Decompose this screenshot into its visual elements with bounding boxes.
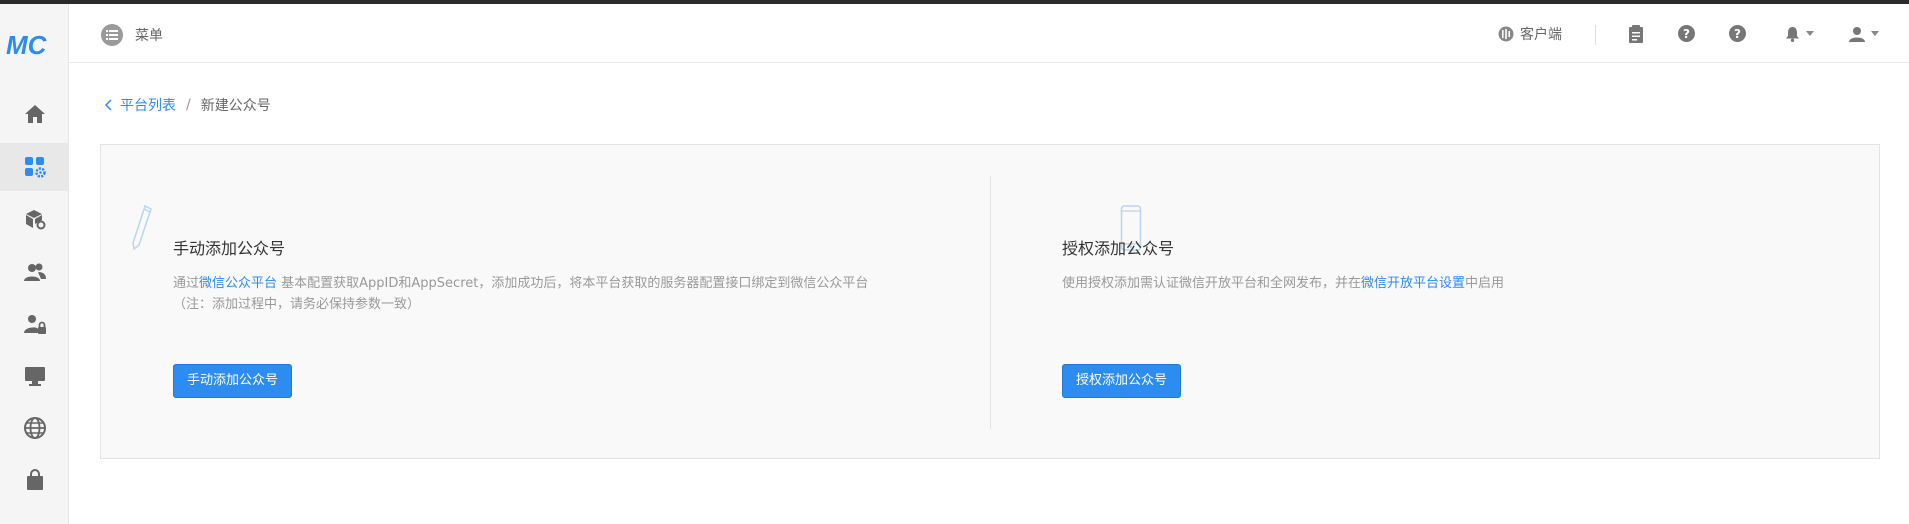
- authorize-add-title: 授权添加公众号: [1062, 239, 1175, 258]
- top-header: 菜单 客户端 ? ?: [69, 4, 1909, 63]
- chevron-down-icon: [1871, 31, 1879, 36]
- monitor-icon: [24, 367, 45, 386]
- sidebar-item-system[interactable]: [0, 352, 69, 400]
- sidebar-item-home[interactable]: [0, 90, 69, 138]
- client-label: 客户端: [1520, 26, 1562, 43]
- user-lock-icon: [23, 315, 46, 334]
- bell-icon: [1786, 26, 1799, 42]
- globe-icon: [23, 417, 46, 439]
- breadcrumb: 平台列表 / 新建公众号: [104, 95, 271, 115]
- client-icon: [1498, 26, 1514, 41]
- wechat-mp-platform-link[interactable]: 微信公众平台: [199, 276, 277, 291]
- clipboard-icon: [1629, 24, 1643, 43]
- app-logo[interactable]: MC: [6, 30, 54, 60]
- breadcrumb-back-link[interactable]: 平台列表: [104, 95, 176, 115]
- home-icon: [24, 105, 45, 123]
- help-button[interactable]: ?: [1678, 4, 1695, 63]
- manual-desc-prefix: 通过: [173, 276, 200, 291]
- sidebar-item-users[interactable]: [0, 248, 69, 296]
- client-button[interactable]: 客户端: [1498, 4, 1562, 63]
- notifications-button[interactable]: [1785, 4, 1814, 63]
- box-gear-icon: [25, 210, 45, 230]
- manual-desc-note: （注：添加过程中，请务必保持参数一致）: [173, 297, 421, 312]
- breadcrumb-separator: /: [186, 97, 191, 113]
- pencil-icon: [132, 205, 152, 251]
- chevron-left-icon: [104, 99, 112, 111]
- menu-label: 菜单: [135, 28, 163, 44]
- svg-text:MC: MC: [6, 31, 48, 59]
- authorize-desc-suffix: 中启用: [1465, 276, 1505, 291]
- chevron-down-icon: [1806, 31, 1814, 36]
- menu-toggle-button[interactable]: 菜单: [101, 24, 163, 46]
- wechat-open-platform-settings-link[interactable]: 微信开放平台设置: [1361, 276, 1465, 291]
- help-docs-button[interactable]: ?: [1729, 4, 1746, 63]
- header-divider: [1595, 25, 1596, 45]
- manual-add-section: 手动添加公众号 通过微信公众平台 基本配置获取AppID和AppSecret，添…: [101, 145, 990, 460]
- svg-text:?: ?: [1683, 27, 1690, 41]
- authorize-desc-prefix: 使用授权添加需认证微信开放平台和全网发布，并在: [1062, 276, 1362, 291]
- users-icon: [23, 263, 46, 281]
- breadcrumb-parent: 平台列表: [120, 98, 176, 114]
- add-account-panel: 手动添加公众号 通过微信公众平台 基本配置获取AppID和AppSecret，添…: [100, 144, 1880, 459]
- help-icon: ?: [1678, 25, 1695, 42]
- sidebar-item-store[interactable]: [0, 456, 69, 504]
- sidebar-item-permissions[interactable]: [0, 300, 69, 348]
- sidebar-item-apps[interactable]: [0, 143, 69, 191]
- apps-gear-icon: [24, 157, 46, 178]
- list-icon: [101, 24, 123, 46]
- authorize-add-button[interactable]: 授权添加公众号: [1062, 364, 1182, 398]
- sidebar-item-modules[interactable]: [0, 195, 69, 243]
- svg-text:?: ?: [1734, 27, 1741, 41]
- question-circle-icon: ?: [1729, 25, 1746, 42]
- manual-add-description: 通过微信公众平台 基本配置获取AppID和AppSecret，添加成功后，将本平…: [173, 273, 868, 315]
- manual-add-title: 手动添加公众号: [173, 239, 286, 258]
- sidebar-item-site[interactable]: [0, 404, 69, 452]
- sidebar: MC: [0, 4, 69, 524]
- manual-desc-suffix: 基本配置获取AppID和AppSecret，添加成功后，将本平台获取的服务器配置…: [277, 276, 869, 291]
- notes-button[interactable]: [1628, 4, 1644, 63]
- manual-add-button[interactable]: 手动添加公众号: [173, 364, 293, 398]
- shopping-bag-icon: [26, 469, 43, 490]
- user-icon: [1849, 26, 1865, 42]
- authorize-add-section: 授权添加公众号 使用授权添加需认证微信开放平台和全网发布，并在微信开放平台设置中…: [990, 145, 1879, 460]
- breadcrumb-current: 新建公众号: [200, 98, 271, 114]
- authorize-add-description: 使用授权添加需认证微信开放平台和全网发布，并在微信开放平台设置中启用: [1062, 273, 1504, 294]
- user-menu-button[interactable]: [1849, 4, 1879, 63]
